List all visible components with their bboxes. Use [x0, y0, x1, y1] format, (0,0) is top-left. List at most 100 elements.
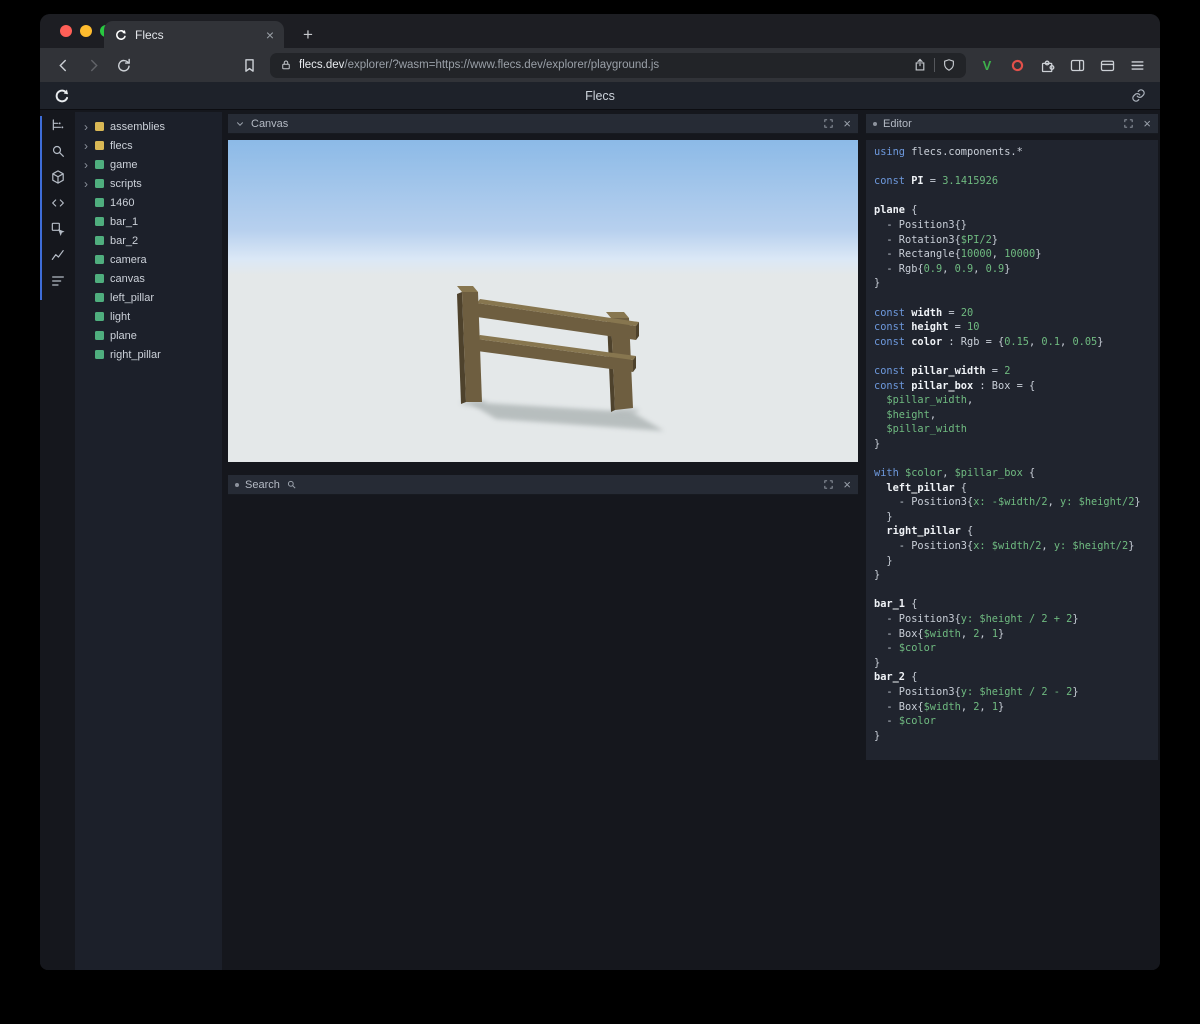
code-line: left_pillar { [886, 481, 968, 494]
new-tab-button[interactable]: + [296, 21, 320, 48]
tree-item-plane[interactable]: ›plane [75, 326, 222, 345]
tree-item-scripts[interactable]: › scripts [75, 174, 222, 193]
tree-item-bar_2[interactable]: ›bar_2 [75, 231, 222, 250]
side-panel-icon[interactable] [1068, 56, 1086, 74]
entity-color-swatch [95, 198, 104, 207]
tree-item-bar_1[interactable]: ›bar_1 [75, 212, 222, 231]
entity-label: bar_1 [110, 215, 139, 228]
code-line: } [874, 554, 893, 567]
app-header: Flecs [40, 82, 1160, 110]
forward-icon[interactable] [84, 56, 102, 74]
tree-item-flecs[interactable]: › flecs [75, 136, 222, 155]
cube-icon[interactable] [40, 164, 75, 190]
expand-arrow-icon[interactable]: › [84, 159, 95, 171]
entity-label: light [110, 310, 131, 323]
link-icon[interactable] [1131, 88, 1147, 104]
expand-arrow-icon[interactable]: › [84, 140, 95, 152]
bookmark-icon[interactable] [240, 56, 258, 74]
url-text: flecs.dev/explorer/?wasm=https://www.fle… [299, 59, 906, 71]
back-icon[interactable] [54, 56, 72, 74]
code-line: - Box{$width, 2, 1} [874, 700, 1005, 713]
fullscreen-icon[interactable] [823, 479, 834, 490]
outliner-icon[interactable] [40, 112, 75, 138]
entity-color-swatch [95, 179, 104, 188]
tree-item-light[interactable]: ›light [75, 307, 222, 326]
search-icon[interactable] [40, 138, 75, 164]
expand-arrow-icon[interactable]: › [84, 121, 95, 133]
entity-label: left_pillar [110, 291, 155, 304]
tree-item-camera[interactable]: ›camera [75, 250, 222, 269]
chevron-down-icon[interactable] [235, 119, 245, 129]
fullscreen-icon[interactable] [823, 118, 834, 129]
code-line: right_pillar { [886, 525, 974, 538]
code-line: - $color [874, 642, 937, 655]
entity-color-swatch [95, 274, 104, 283]
address-bar[interactable]: flecs.dev/explorer/?wasm=https://www.fle… [270, 52, 966, 78]
entity-label: camera [110, 253, 147, 266]
tree-item-game[interactable]: › game [75, 155, 222, 174]
queries-icon[interactable] [40, 268, 75, 294]
panel-toggle-icon[interactable] [873, 121, 877, 126]
entity-label: right_pillar [110, 348, 161, 361]
code-line: } [874, 510, 893, 523]
wallet-icon[interactable] [1098, 56, 1116, 74]
extension-v-icon[interactable]: V [978, 56, 996, 74]
tab-title: Flecs [135, 27, 164, 42]
code-line: } [874, 656, 881, 669]
close-window-button[interactable] [60, 25, 72, 37]
close-panel-icon[interactable]: × [843, 478, 851, 491]
divider [934, 58, 935, 72]
tree-item-left_pillar[interactable]: ›left_pillar [75, 288, 222, 307]
entity-label: flecs [110, 139, 133, 152]
minimize-window-button[interactable] [80, 25, 92, 37]
fullscreen-icon[interactable] [1123, 118, 1134, 129]
inspect-icon[interactable] [40, 216, 75, 242]
search-panel-header[interactable]: Search × [228, 475, 858, 495]
entity-color-swatch [95, 141, 104, 150]
entity-color-swatch [95, 331, 104, 340]
code-line: - Position3{} [874, 218, 967, 231]
canvas-3d-viewport[interactable] [228, 140, 858, 462]
tree-item-1460[interactable]: ›1460 [75, 193, 222, 212]
code-line: - Position3{y: $height / 2 - 2} [874, 685, 1079, 698]
close-tab-icon[interactable]: × [266, 28, 274, 42]
entity-label: assemblies [110, 120, 166, 133]
tree-item-assemblies[interactable]: › assemblies [75, 117, 222, 136]
expand-arrow-icon[interactable]: › [84, 178, 95, 190]
editor-code[interactable]: using flecs.components.* const PI = 3.141… [866, 140, 1158, 760]
chart-icon[interactable] [40, 242, 75, 268]
code-line: } [874, 569, 881, 582]
tree-item-canvas[interactable]: ›canvas [75, 269, 222, 288]
close-panel-icon[interactable]: × [1143, 117, 1151, 130]
editor-panel-header[interactable]: Editor × [866, 114, 1158, 134]
entity-label: 1460 [110, 196, 135, 209]
canvas-panel-header[interactable]: Canvas × [228, 114, 858, 134]
page-title: Flecs [585, 89, 615, 103]
shield-icon[interactable] [942, 58, 956, 72]
code-line: const PI = 3.1415926 [874, 175, 999, 188]
search-icon [286, 479, 297, 490]
code-line: - Rectangle{10000, 10000} [874, 248, 1042, 261]
code-line: using flecs.components.* [874, 146, 1023, 158]
tree-item-right_pillar[interactable]: ›right_pillar [75, 345, 222, 364]
entity-color-swatch [95, 255, 104, 264]
code-icon[interactable] [40, 190, 75, 216]
browser-tab[interactable]: Flecs × [104, 21, 284, 48]
reload-icon[interactable] [114, 56, 132, 74]
menu-icon[interactable] [1128, 56, 1146, 74]
entity-color-swatch [95, 236, 104, 245]
panel-toggle-icon[interactable] [235, 482, 239, 487]
editor-panel-title: Editor [883, 117, 912, 130]
extension-record-icon[interactable] [1008, 56, 1026, 74]
entity-label: canvas [110, 272, 145, 285]
entity-color-swatch [95, 217, 104, 226]
code-line: bar_1 { [874, 598, 918, 611]
browser-toolbar: flecs.dev/explorer/?wasm=https://www.fle… [40, 48, 1160, 82]
extensions-puzzle-icon[interactable] [1038, 56, 1056, 74]
code-line: with $color, $pillar_box { [874, 467, 1036, 480]
close-panel-icon[interactable]: × [843, 117, 851, 130]
share-icon[interactable] [913, 58, 927, 72]
